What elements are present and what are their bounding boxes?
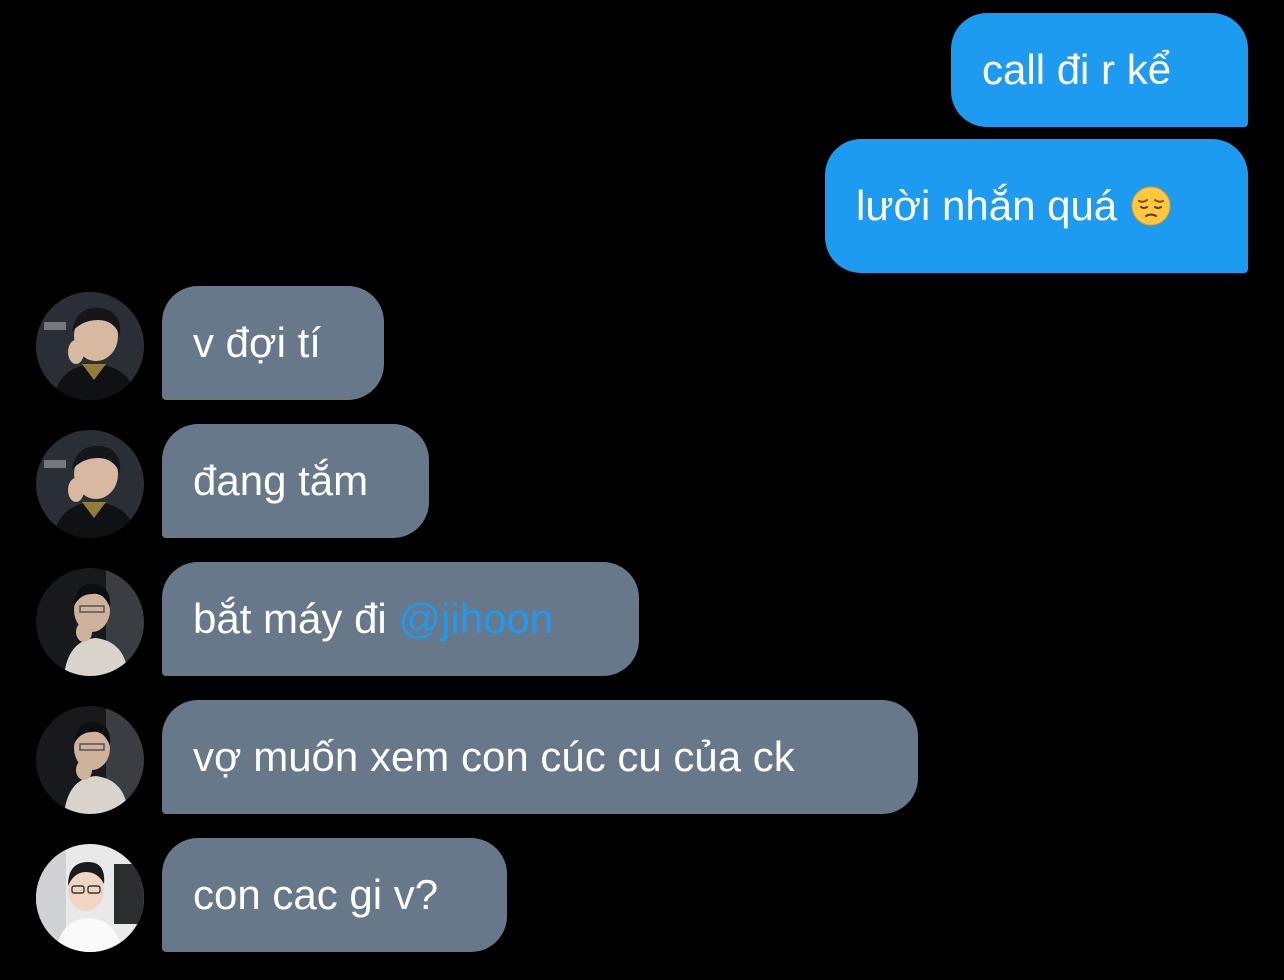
- message-text: lười nhắn quá: [856, 182, 1118, 229]
- chat-thread: call đi r kể lười nhắn quá v đợi tí đang…: [0, 0, 1284, 980]
- message-text: call đi r kể: [982, 46, 1172, 93]
- incoming-message-bubble[interactable]: đang tắm: [162, 424, 429, 538]
- pensive-face-emoji-icon: [1131, 186, 1171, 226]
- outgoing-message-bubble[interactable]: call đi r kể: [951, 13, 1248, 127]
- message-text: vợ muốn xem con cúc cu của ck: [193, 733, 795, 780]
- outgoing-message-bubble[interactable]: lười nhắn quá: [825, 139, 1248, 273]
- message-text: bắt máy đi: [193, 595, 399, 642]
- message-text: đang tắm: [193, 457, 369, 504]
- user-mention-link[interactable]: @jihoon: [398, 598, 553, 640]
- avatar-user-3[interactable]: [36, 844, 144, 952]
- avatar-user-1[interactable]: [36, 292, 144, 400]
- avatar-user-1[interactable]: [36, 430, 144, 538]
- avatar-user-2[interactable]: [36, 568, 144, 676]
- avatar-user-2[interactable]: [36, 706, 144, 814]
- incoming-message-bubble[interactable]: vợ muốn xem con cúc cu của ck: [162, 700, 918, 814]
- message-text: con cac gi v?: [193, 871, 439, 918]
- incoming-message-bubble[interactable]: con cac gi v?: [162, 838, 507, 952]
- message-text: v đợi tí: [193, 319, 321, 366]
- incoming-message-bubble[interactable]: v đợi tí: [162, 286, 384, 400]
- incoming-message-bubble[interactable]: bắt máy đi @jihoon: [162, 562, 639, 676]
